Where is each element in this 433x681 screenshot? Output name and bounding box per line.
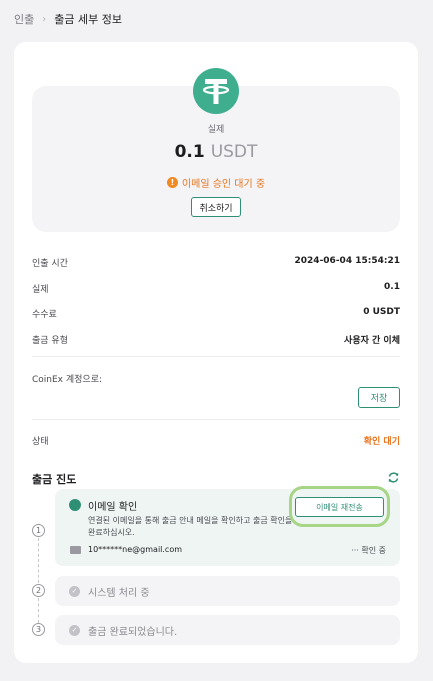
approval-status-text: 이메일 승인 대기 중 — [181, 179, 266, 190]
amount-display: 0.1 USDT — [32, 142, 400, 162]
detail-value: 사용자 간 이체 — [344, 336, 400, 346]
breadcrumb-withdraw-link[interactable]: 인출 — [14, 11, 34, 27]
verification-pending: ··· 확인 중 — [351, 546, 386, 555]
step-withdrawal-complete: ✓ 출금 완료되었습니다. — [55, 615, 400, 645]
step-connector — [38, 538, 39, 583]
divider — [32, 419, 400, 420]
detail-value: 0 USDT — [363, 307, 400, 317]
divider — [32, 356, 400, 357]
account-label: CoinEx 계정으로: — [32, 375, 103, 385]
step-connector — [38, 598, 39, 623]
progress-title: 출금 진도 — [32, 473, 77, 486]
detail-label: 출금 유형 — [32, 336, 68, 346]
masked-email: 10******ne@gmail.com — [88, 545, 183, 554]
approval-status: ! 이메일 승인 대기 중 — [32, 175, 400, 190]
detail-row-actual: 실제 0.1 — [32, 282, 400, 295]
warning-icon: ! — [166, 177, 178, 188]
status-badge: 확인 대기 — [363, 437, 400, 447]
step-title: 출금 완료되었습니다. — [88, 626, 178, 638]
refresh-icon[interactable] — [387, 471, 400, 484]
detail-value: 0.1 — [384, 282, 400, 292]
save-button[interactable]: 저장 — [358, 387, 400, 408]
breadcrumb: 인출 › 출금 세부 정보 — [14, 11, 122, 27]
withdrawal-detail-card: 실제 0.1 USDT ! 이메일 승인 대기 중 취소하기 인출 시간 2024… — [14, 42, 418, 663]
check-icon: ✓ — [69, 585, 80, 597]
amount-unit: USDT — [210, 142, 258, 162]
step-number: 2 — [32, 584, 45, 597]
tether-icon — [193, 68, 239, 114]
detail-row-fee: 수수료 0 USDT — [32, 307, 400, 320]
check-icon: ✓ — [69, 624, 80, 636]
step-title: 시스템 처리 중 — [88, 587, 150, 599]
detail-value: 2024-06-04 15:54:21 — [294, 256, 400, 266]
step-email-verification: 이메일 확인 연결된 이메일을 통해 출금 안내 메일을 확인하고 출금 확인을… — [55, 486, 400, 566]
amount-summary: 실제 0.1 USDT ! 이메일 승인 대기 중 취소하기 — [32, 68, 400, 232]
detail-row-withdraw-time: 인출 시간 2024-06-04 15:54:21 — [32, 256, 400, 269]
mail-icon — [70, 546, 81, 554]
clock-icon — [69, 499, 81, 511]
detail-label: 인출 시간 — [32, 259, 68, 269]
amount-value: 0.1 — [174, 142, 205, 162]
step-system-processing: ✓ 시스템 처리 중 — [55, 576, 400, 606]
cancel-button[interactable]: 취소하기 — [191, 197, 241, 217]
step-description: 연결된 이메일을 통해 출금 안내 메일을 확인하고 출금 확인을 완료하십시오… — [88, 516, 293, 537]
detail-row-withdraw-type: 출금 유형 사용자 간 이체 — [32, 333, 400, 346]
status-label: 상태 — [32, 437, 49, 447]
detail-label: 실제 — [32, 285, 49, 295]
chevron-right-icon: › — [42, 13, 47, 25]
breadcrumb-current: 출금 세부 정보 — [54, 13, 122, 26]
step-number: 1 — [32, 524, 45, 537]
step-title: 이메일 확인 — [88, 502, 138, 513]
detail-label: 수수료 — [32, 310, 57, 320]
step-number: 3 — [32, 623, 45, 636]
amount-caption: 실제 — [207, 125, 225, 135]
resend-email-button[interactable]: 이메일 재전송 — [295, 497, 384, 517]
